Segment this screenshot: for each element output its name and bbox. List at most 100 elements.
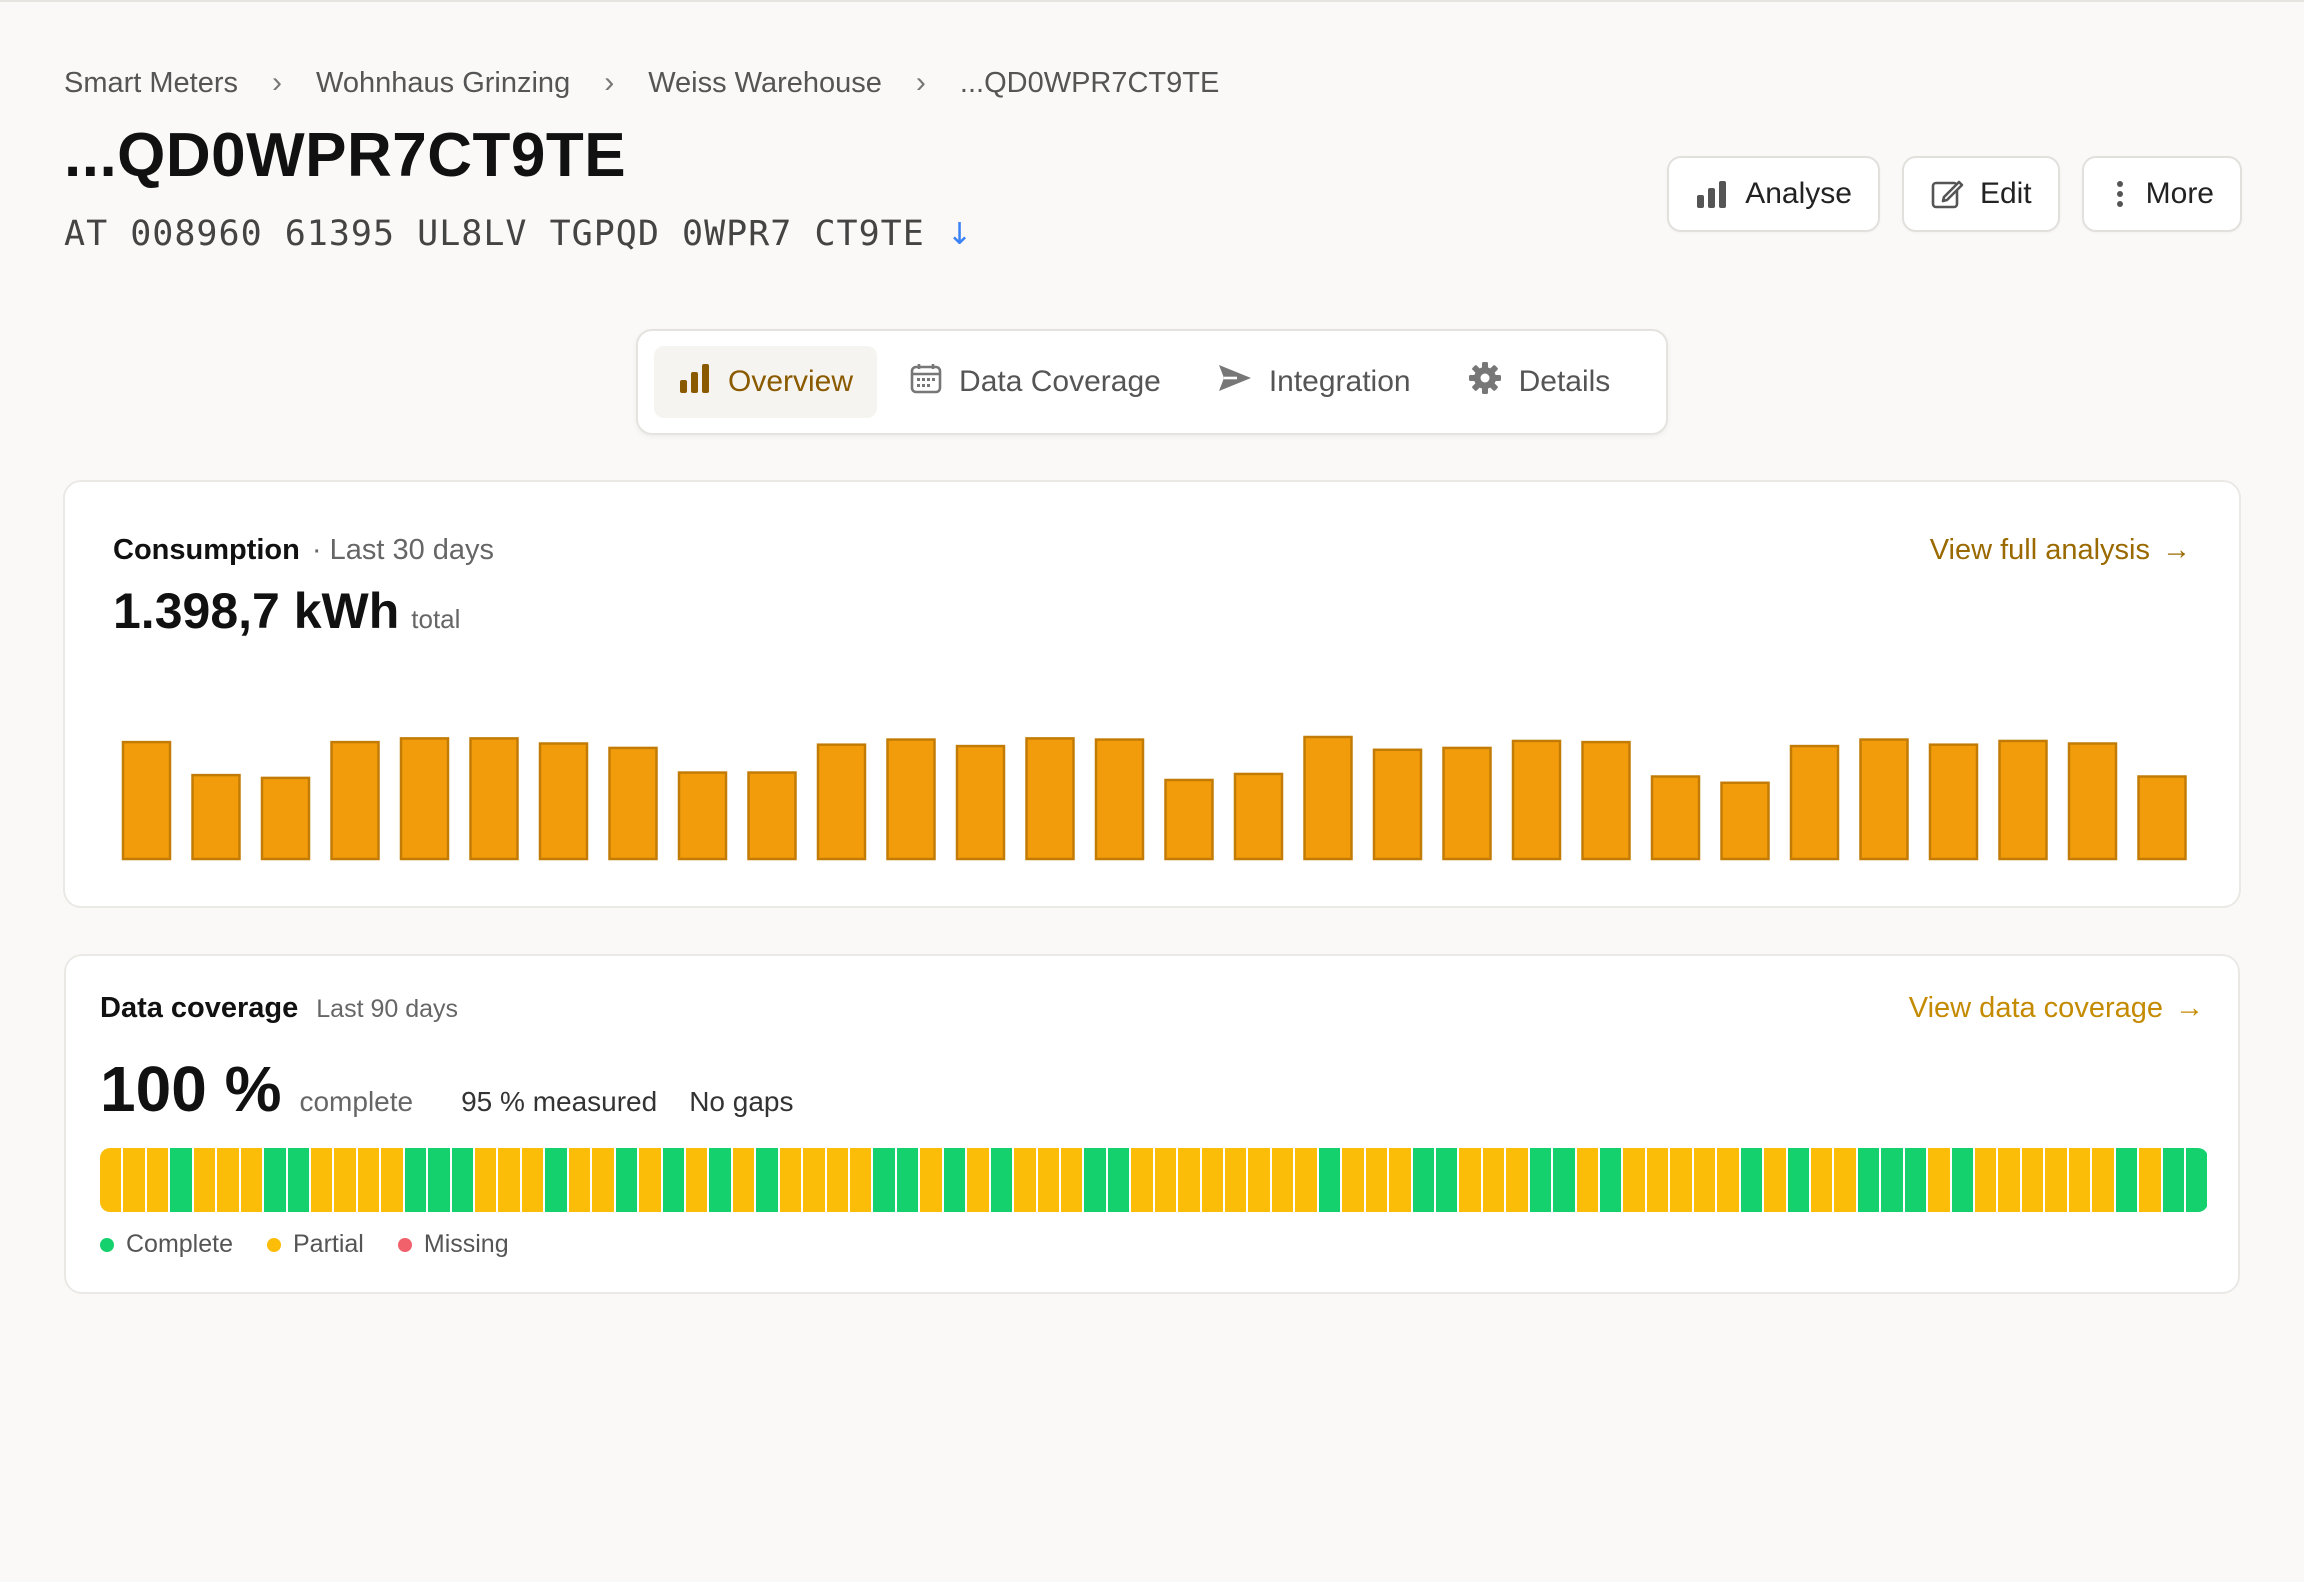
coverage-day-segment[interactable]: [498, 1148, 522, 1212]
coverage-day-segment[interactable]: [732, 1148, 757, 1212]
consumption-bar[interactable]: [1859, 738, 1909, 861]
coverage-day-segment[interactable]: [1623, 1148, 1647, 1212]
coverage-day-segment[interactable]: [428, 1148, 452, 1212]
coverage-day-segment[interactable]: [1131, 1148, 1155, 1212]
coverage-day-segment[interactable]: [1014, 1148, 1038, 1212]
coverage-day-segment[interactable]: [1600, 1148, 1624, 1212]
consumption-bar[interactable]: [399, 737, 450, 861]
coverage-day-segment[interactable]: [943, 1148, 968, 1212]
coverage-day-segment[interactable]: [2115, 1148, 2140, 1212]
coverage-day-segment[interactable]: [334, 1148, 358, 1212]
coverage-day-segment[interactable]: [240, 1148, 265, 1212]
consumption-bar[interactable]: [677, 771, 728, 861]
coverage-day-segment[interactable]: [264, 1148, 288, 1212]
coverage-day-segment[interactable]: [193, 1148, 218, 1212]
coverage-day-segment[interactable]: [1060, 1148, 1085, 1212]
consumption-bar[interactable]: [1928, 743, 1979, 861]
coverage-day-segment[interactable]: [1646, 1148, 1671, 1212]
consumption-bar[interactable]: [608, 746, 658, 861]
coverage-day-segment[interactable]: [1435, 1148, 1460, 1212]
coverage-day-segment[interactable]: [1529, 1148, 1554, 1212]
coverage-day-segment[interactable]: [1084, 1148, 1108, 1212]
coverage-day-segment[interactable]: [850, 1148, 874, 1212]
consumption-bar[interactable]: [2137, 775, 2187, 861]
coverage-day-segment[interactable]: [1717, 1148, 1741, 1212]
coverage-day-segment[interactable]: [615, 1148, 640, 1212]
consumption-bar[interactable]: [1025, 737, 1075, 861]
coverage-day-segment[interactable]: [873, 1148, 897, 1212]
coverage-day-segment[interactable]: [920, 1148, 944, 1212]
consumption-bar[interactable]: [1372, 748, 1423, 861]
consumption-bar[interactable]: [1511, 739, 1562, 861]
coverage-day-segment[interactable]: [1975, 1148, 1999, 1212]
coverage-day-segment[interactable]: [756, 1148, 780, 1212]
coverage-day-segment[interactable]: [404, 1148, 429, 1212]
more-button[interactable]: More: [2081, 156, 2242, 232]
coverage-day-segment[interactable]: [1928, 1148, 1952, 1212]
coverage-day-segment[interactable]: [1506, 1148, 1530, 1212]
breadcrumb-smart-meters[interactable]: Smart Meters: [64, 67, 238, 100]
consumption-bar[interactable]: [1650, 775, 1701, 861]
coverage-day-segment[interactable]: [1389, 1148, 1413, 1212]
coverage-day-segment[interactable]: [1318, 1148, 1343, 1212]
coverage-day-segment[interactable]: [803, 1148, 827, 1212]
coverage-day-segment[interactable]: [709, 1148, 733, 1212]
consumption-bar[interactable]: [1164, 778, 1214, 861]
tab-details[interactable]: Details: [1443, 346, 1635, 418]
consumption-bar[interactable]: [1720, 781, 1770, 861]
coverage-day-segment[interactable]: [1881, 1148, 1905, 1212]
coverage-day-segment[interactable]: [1107, 1148, 1132, 1212]
coverage-day-segment[interactable]: [2162, 1148, 2186, 1212]
coverage-day-segment[interactable]: [545, 1148, 569, 1212]
coverage-day-segment[interactable]: [1271, 1148, 1296, 1212]
consumption-bar[interactable]: [747, 771, 797, 861]
analyse-button[interactable]: Analyse: [1667, 156, 1880, 232]
coverage-day-segment[interactable]: [287, 1148, 311, 1212]
view-data-coverage-link[interactable]: View data coverage →: [1909, 992, 2204, 1025]
tab-integration[interactable]: Integration: [1193, 346, 1435, 418]
coverage-day-segment[interactable]: [146, 1148, 171, 1212]
coverage-day-segment[interactable]: [1412, 1148, 1436, 1212]
coverage-day-segment[interactable]: [1295, 1148, 1319, 1212]
consumption-bar[interactable]: [260, 776, 311, 861]
tab-data-coverage[interactable]: Data Coverage: [885, 346, 1185, 418]
consumption-bar[interactable]: [886, 738, 936, 861]
edit-button[interactable]: Edit: [1901, 156, 2060, 232]
consumption-bar[interactable]: [330, 740, 380, 861]
coverage-day-segment[interactable]: [1553, 1148, 1577, 1212]
coverage-day-segment[interactable]: [1670, 1148, 1694, 1212]
consumption-bar[interactable]: [121, 740, 172, 861]
coverage-day-segment[interactable]: [217, 1148, 241, 1212]
coverage-day-segment[interactable]: [521, 1148, 546, 1212]
consumption-bar[interactable]: [469, 737, 519, 861]
coverage-day-segment[interactable]: [357, 1148, 382, 1212]
consumption-bar[interactable]: [2067, 742, 2118, 861]
coverage-day-segment[interactable]: [896, 1148, 921, 1212]
coverage-day-segment[interactable]: [1810, 1148, 1835, 1212]
coverage-day-segment[interactable]: [990, 1148, 1015, 1212]
coverage-day-segment[interactable]: [1951, 1148, 1975, 1212]
coverage-day-segment[interactable]: [2068, 1148, 2093, 1212]
consumption-bar[interactable]: [955, 744, 1006, 861]
breadcrumb-weiss-warehouse[interactable]: Weiss Warehouse: [648, 67, 882, 100]
coverage-day-segment[interactable]: [779, 1148, 804, 1212]
coverage-day-segment[interactable]: [1248, 1148, 1272, 1212]
coverage-day-segment[interactable]: [2185, 1148, 2208, 1212]
arrow-down-icon[interactable]: ↓: [947, 217, 973, 252]
coverage-day-segment[interactable]: [1178, 1148, 1202, 1212]
coverage-day-segment[interactable]: [1764, 1148, 1788, 1212]
coverage-day-segment[interactable]: [1225, 1148, 1249, 1212]
coverage-day-segment[interactable]: [1857, 1148, 1882, 1212]
coverage-day-segment[interactable]: [1365, 1148, 1390, 1212]
coverage-day-segment[interactable]: [451, 1148, 475, 1212]
coverage-day-segment[interactable]: [1576, 1148, 1600, 1212]
coverage-day-segment[interactable]: [685, 1148, 710, 1212]
coverage-day-segment[interactable]: [2092, 1148, 2116, 1212]
consumption-bar[interactable]: [1303, 735, 1353, 861]
coverage-day-segment[interactable]: [1201, 1148, 1225, 1212]
consumption-bar[interactable]: [1998, 739, 2048, 861]
coverage-day-segment[interactable]: [310, 1148, 335, 1212]
consumption-bar[interactable]: [816, 743, 867, 861]
consumption-bar[interactable]: [1442, 746, 1492, 861]
coverage-day-segment[interactable]: [826, 1148, 850, 1212]
